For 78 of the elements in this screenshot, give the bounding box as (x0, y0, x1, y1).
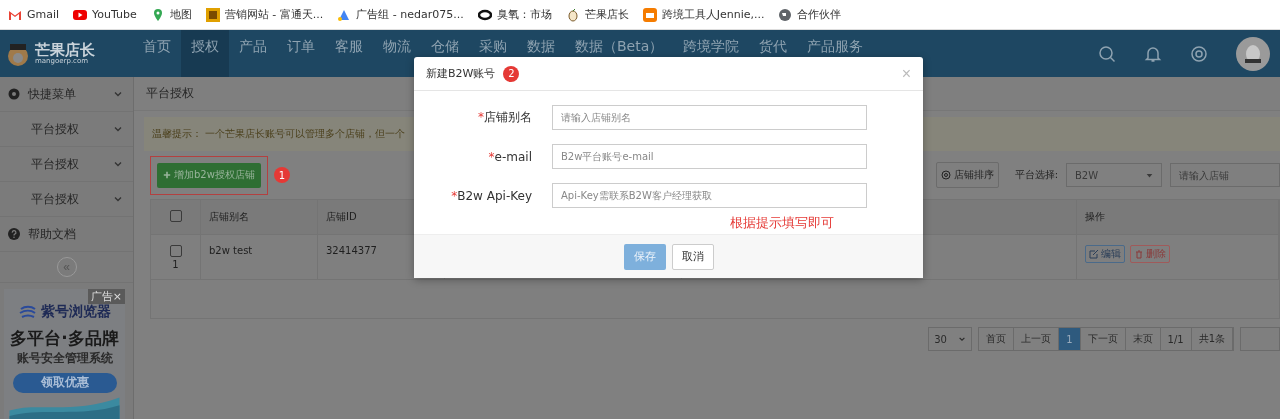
bookmark-link[interactable]: 广告组 - nedar075... (337, 7, 464, 22)
text-field[interactable]: B2w平台账号e-mail (552, 144, 867, 169)
row-number: 1 (172, 259, 179, 270)
globe-icon (778, 7, 793, 22)
pagination-link[interactable]: 末页 (1125, 328, 1161, 350)
step-badge: 1 (273, 167, 290, 183)
page-size-select[interactable]: 30 (928, 327, 973, 351)
chevron-down-icon (113, 159, 123, 169)
table-cell: 32414377 (326, 245, 377, 256)
field-label: *e-mail (487, 149, 532, 164)
pagination-link[interactable]: 1 (1059, 328, 1081, 350)
caret-icon (1146, 171, 1153, 179)
sort-button[interactable]: 店铺排序 (935, 162, 999, 188)
site-icon (205, 7, 220, 22)
target-icon (940, 170, 951, 180)
select-all-checkbox[interactable] (169, 210, 182, 222)
store-search-field[interactable]: 请输入店铺 (1170, 163, 1280, 187)
sidebar-item[interactable]: 快捷菜单 (0, 77, 133, 112)
add-store-button[interactable]: 增加b2w授权店铺 (157, 162, 261, 188)
chevron-down-icon (958, 335, 967, 343)
ad-subline: 账号安全管理系统 (16, 350, 113, 367)
logo-text: 芒果店长 (35, 42, 95, 58)
chevron-down-icon (113, 194, 123, 204)
edit-button[interactable]: 编辑 (1085, 245, 1125, 263)
platform-select[interactable]: B2W (1066, 163, 1162, 187)
table-cell: b2w test (209, 245, 253, 256)
ad-cta-button[interactable]: 领取优惠 (12, 373, 117, 393)
pagination-link[interactable]: 共1条 (1191, 328, 1233, 350)
bookmark-link[interactable]: Gmail (8, 7, 60, 22)
settings-icon[interactable] (1190, 44, 1208, 63)
bookmark-link[interactable]: 地图 (150, 7, 192, 22)
nav-tab[interactable]: 客服 (325, 30, 373, 77)
plus-icon (163, 171, 171, 179)
mango-icon (565, 7, 580, 22)
row-checkbox[interactable] (169, 245, 182, 257)
nav-tab[interactable]: 订单 (277, 30, 325, 77)
bookmark-link[interactable]: 合作伙伴 (778, 7, 842, 22)
ad-brand: 紫号浏览器 (40, 303, 111, 321)
text-field[interactable]: 请输入店铺别名 (552, 105, 867, 130)
help-icon (8, 228, 20, 240)
bookmark-link[interactable]: 营销网站 - 富通天... (205, 7, 324, 22)
bookmark-link[interactable]: YouTube (73, 7, 137, 22)
chevron-down-icon (113, 89, 123, 99)
avatar-icon[interactable] (1236, 36, 1270, 71)
nav-tab[interactable]: 授权 (181, 30, 229, 77)
hint-text: 根据提示填写即可 (730, 214, 834, 232)
bookmark-link[interactable]: 跨境工具人Jennie,... (642, 7, 765, 22)
cancel-button[interactable]: 取消 (671, 243, 714, 270)
ad-banner[interactable]: 广告× 紫号浏览器 多平台·多品牌 账号安全管理系统 领取优惠 (4, 289, 125, 419)
search-icon[interactable] (1098, 44, 1116, 63)
edit-icon (1089, 249, 1099, 259)
sidebar-item[interactable]: 平台授权 (0, 182, 133, 217)
trash-icon (1134, 249, 1144, 259)
sidebar-item[interactable]: 平台授权 (0, 147, 133, 182)
column-header: 店铺别名 (201, 200, 318, 234)
chevron-down-icon (113, 124, 123, 134)
text-field[interactable]: Api-Key需联系B2W客户经理获取 (552, 183, 867, 208)
bookmark-link[interactable]: 臭氧：市场 (477, 7, 552, 22)
step-badge: 2 (503, 65, 520, 82)
nav-tab[interactable]: 物流 (373, 30, 421, 77)
swirl-logo-icon (18, 305, 37, 319)
platform-label: 平台选择: (1014, 168, 1058, 182)
sidebar-item[interactable]: 帮助文档 (0, 217, 133, 252)
bookmark-link[interactable]: 芒果店长 (565, 7, 629, 22)
nav-tab[interactable]: 产品 (229, 30, 277, 77)
toolbox-icon (642, 7, 657, 22)
pagination-link[interactable]: 1/1 (1160, 328, 1192, 350)
ring-icon (477, 7, 492, 22)
column-header: 操作 (1077, 200, 1279, 234)
field-label: *B2w Api-Key (450, 188, 532, 203)
delete-button[interactable]: 删除 (1130, 245, 1170, 263)
ad-headline: 多平台·多品牌 (10, 327, 119, 350)
ad-tag[interactable]: 广告× (87, 289, 125, 304)
play-icon (73, 7, 88, 22)
sidebar-item[interactable]: 平台授权 (0, 112, 133, 147)
nav-tab[interactable]: 首页 (133, 30, 181, 77)
pagination-link[interactable]: 首页 (979, 328, 1015, 350)
bell-icon[interactable] (1144, 44, 1162, 63)
